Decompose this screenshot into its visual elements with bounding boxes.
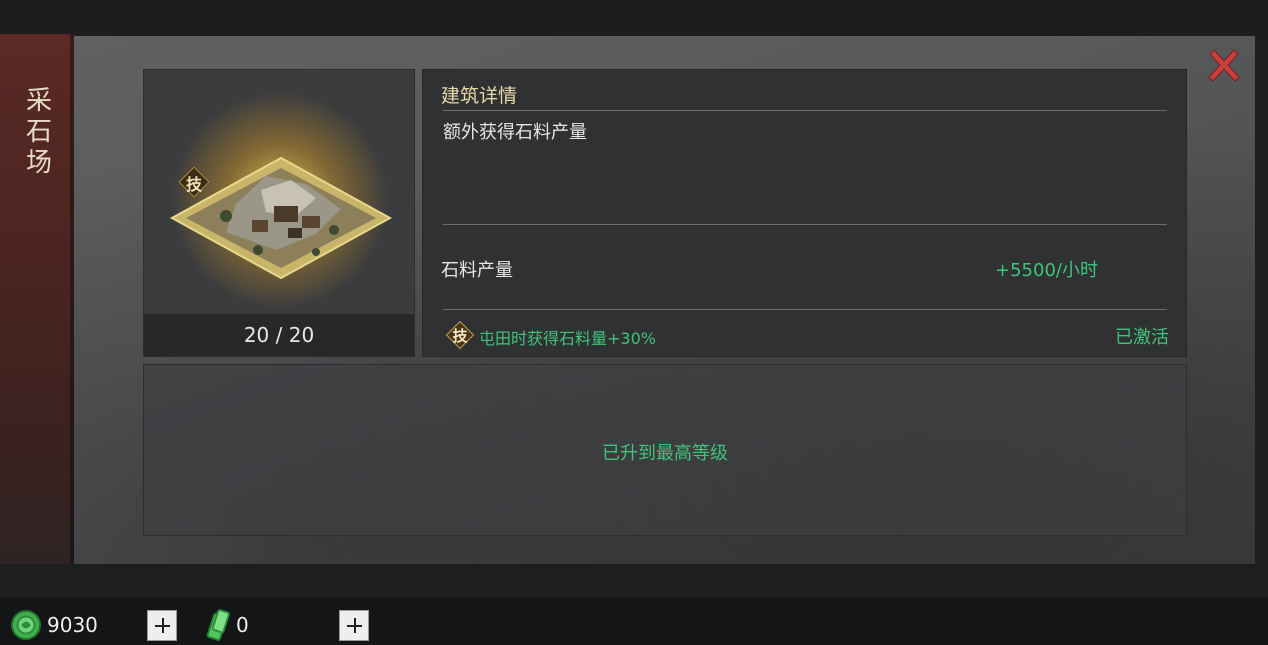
jade-value: 9030 [47, 613, 98, 637]
side-tab-title: 采 石 场 [22, 86, 56, 179]
side-title-char-1: 采 [25, 86, 52, 116]
jade-coin-icon [10, 609, 42, 641]
detail-title: 建筑详情 [441, 85, 518, 107]
token-value: 0 [236, 613, 249, 637]
add-token-button[interactable] [339, 610, 369, 641]
tech-status: 已激活 [1115, 327, 1169, 348]
title-divider [443, 110, 1167, 111]
resource-bar [0, 598, 1268, 645]
side-tab-quarry[interactable]: 采 石 场 [0, 34, 76, 564]
building-image-box: 技 20 / 20 [143, 69, 415, 357]
tech-badge-icon: 技 [445, 320, 475, 350]
close-button[interactable] [1204, 46, 1244, 86]
building-level: 20 / 20 [144, 314, 414, 356]
skill-badge-text: 技 [185, 175, 202, 194]
game-screen: 采 石 场 技 20 / 20 建筑详情 额外获得石料产量 石料产量 +5500… [0, 0, 1268, 645]
detail-description: 额外获得石料产量 [443, 122, 587, 143]
skill-badge: 技 [178, 166, 210, 198]
upgrade-box: 已升到最高等级 [143, 364, 1187, 536]
add-jade-button[interactable] [147, 610, 177, 641]
tech-effect-text: 屯田时获得石料量+30% [479, 329, 656, 348]
tech-badge-text: 技 [452, 327, 468, 345]
side-title-char-3: 场 [25, 148, 52, 178]
green-token-icon [206, 609, 230, 641]
stat-divider [443, 309, 1167, 310]
tech-effect-row: 技 屯田时获得石料量+30% 已激活 [445, 320, 1169, 352]
stat-value: +5500/小时 [995, 260, 1098, 281]
stat-label: 石料产量 [441, 260, 513, 281]
top-strip [0, 0, 1268, 36]
close-x-icon [1208, 49, 1240, 82]
description-divider [443, 224, 1167, 225]
building-detail-box: 建筑详情 额外获得石料产量 石料产量 +5500/小时 技 屯田时获得石料量+3… [422, 69, 1187, 357]
side-title-char-2: 石 [25, 117, 52, 147]
max-level-message: 已升到最高等级 [602, 443, 728, 464]
